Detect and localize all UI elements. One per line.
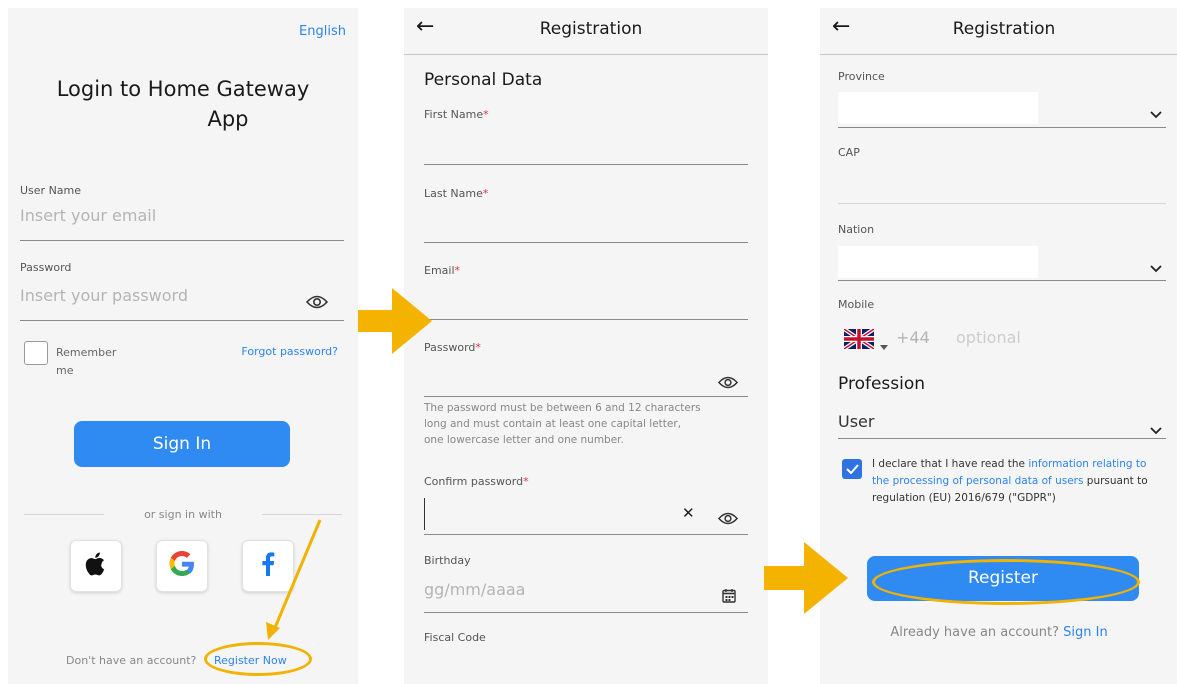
show-password-eye-icon[interactable] bbox=[305, 294, 329, 313]
birthday-placeholder: gg/mm/aaaa bbox=[424, 580, 526, 599]
username-placeholder: Insert your email bbox=[20, 206, 157, 225]
username-underline bbox=[20, 240, 344, 241]
mobile-prefix: +44 bbox=[896, 328, 930, 347]
chevron-down-icon[interactable] bbox=[1150, 420, 1162, 439]
gdpr-declaration: I declare that I have read the informati… bbox=[872, 456, 1162, 507]
cap-underline bbox=[838, 203, 1166, 204]
sign-in-link[interactable]: Sign In bbox=[1063, 625, 1108, 640]
profession-select[interactable]: User bbox=[838, 412, 874, 431]
required-mark: * bbox=[475, 341, 481, 354]
nation-select[interactable] bbox=[838, 246, 1038, 278]
personal-data-title: Personal Data bbox=[424, 70, 543, 90]
password-help-line3: one lowercase letter and one number. bbox=[424, 434, 624, 446]
clear-x-icon[interactable]: ✕ bbox=[682, 504, 695, 522]
nation-label: Nation bbox=[838, 223, 875, 236]
login-title-line1: Login to Home Gateway bbox=[56, 77, 310, 101]
password-underline bbox=[20, 320, 344, 321]
province-select[interactable] bbox=[838, 92, 1038, 124]
password-input[interactable]: Insert your password bbox=[20, 286, 300, 316]
email-label-text: Email bbox=[424, 264, 455, 277]
required-mark: * bbox=[482, 187, 489, 200]
sign-in-button[interactable]: Sign In bbox=[74, 421, 290, 467]
header-divider bbox=[404, 54, 768, 55]
confirm-password-label: Confirm password* bbox=[424, 475, 529, 488]
sign-in-prompt: Already have an account? Sign In bbox=[820, 625, 1177, 640]
birthday-underline bbox=[424, 612, 748, 613]
last-name-label-text: Last Name bbox=[424, 187, 483, 200]
password-label: Password* bbox=[424, 341, 481, 354]
registration-screen: ← Registration Personal Data First Name*… bbox=[404, 8, 768, 684]
email-input[interactable] bbox=[424, 285, 748, 317]
mobile-label: Mobile bbox=[838, 298, 875, 311]
have-account-text: Already have an account? bbox=[890, 625, 1059, 640]
remember-label: Remember bbox=[56, 346, 117, 359]
register-now-highlight-ring bbox=[204, 642, 312, 676]
password-help-line2: long and must contain at least one capit… bbox=[424, 418, 682, 430]
gdpr-checkbox[interactable] bbox=[842, 459, 862, 479]
fiscal-code-label: Fiscal Code bbox=[424, 631, 486, 644]
birthday-input[interactable]: gg/mm/aaaa bbox=[424, 580, 714, 610]
password-label: Password bbox=[20, 261, 72, 274]
flow-arrow-2-icon bbox=[764, 542, 848, 618]
first-name-input[interactable] bbox=[424, 130, 748, 162]
header-divider bbox=[820, 54, 1177, 55]
confirm-password-input[interactable] bbox=[424, 498, 665, 530]
required-mark: * bbox=[523, 475, 529, 488]
flow-arrow-1-icon bbox=[358, 288, 432, 358]
password-help-text: The password must be between 6 and 12 ch… bbox=[424, 400, 764, 448]
first-name-underline bbox=[424, 164, 748, 165]
birthday-label: Birthday bbox=[424, 554, 471, 567]
apple-icon bbox=[85, 551, 107, 581]
uk-flag-icon[interactable] bbox=[842, 327, 876, 353]
apple-sign-in-button[interactable] bbox=[70, 540, 122, 592]
profession-underline bbox=[838, 438, 1166, 439]
show-password-eye-icon[interactable] bbox=[717, 374, 739, 393]
gdpr-text-start: I declare that I have read the bbox=[872, 458, 1029, 470]
last-name-label: Last Name* bbox=[424, 187, 488, 200]
registration-header-title: Registration bbox=[539, 19, 643, 39]
registration-header-title: Registration bbox=[952, 19, 1056, 39]
username-input[interactable]: Insert your email bbox=[20, 206, 344, 238]
register-button-highlight-ring bbox=[872, 559, 1140, 605]
first-name-label-text: First Name bbox=[424, 108, 484, 121]
last-name-underline bbox=[424, 242, 748, 243]
pointer-line-icon bbox=[260, 518, 324, 646]
last-name-input[interactable] bbox=[424, 208, 748, 240]
login-title-line2: App bbox=[207, 107, 249, 131]
first-name-label: First Name* bbox=[424, 108, 489, 121]
email-label: Email* bbox=[424, 264, 460, 277]
chevron-down-icon[interactable] bbox=[1150, 104, 1162, 123]
confirm-password-label-text: Confirm password bbox=[424, 475, 524, 488]
google-sign-in-button[interactable] bbox=[156, 540, 208, 592]
show-confirm-password-eye-icon[interactable] bbox=[717, 510, 739, 529]
profession-title: Profession bbox=[838, 374, 926, 394]
province-underline bbox=[838, 127, 1166, 128]
province-label: Province bbox=[838, 70, 885, 83]
mobile-input[interactable]: optional bbox=[956, 328, 1021, 347]
divider-right bbox=[262, 514, 342, 515]
cap-label: CAP bbox=[838, 146, 860, 159]
cap-input[interactable] bbox=[838, 168, 1166, 200]
chevron-down-icon[interactable] bbox=[1150, 258, 1162, 277]
confirm-password-underline bbox=[424, 534, 748, 535]
google-icon bbox=[168, 550, 196, 582]
password-help-line1: The password must be between 6 and 12 ch… bbox=[424, 402, 701, 414]
password-placeholder: Insert your password bbox=[20, 286, 188, 305]
checkmark-icon bbox=[845, 464, 859, 474]
calendar-icon[interactable] bbox=[722, 588, 736, 607]
required-mark: * bbox=[483, 108, 489, 121]
nation-underline bbox=[838, 280, 1166, 281]
remember-me-checkbox[interactable] bbox=[24, 341, 48, 365]
username-label: User Name bbox=[20, 184, 82, 197]
no-account-text: Don't have an account? bbox=[66, 654, 197, 667]
password-underline bbox=[424, 396, 748, 397]
language-selector[interactable]: English bbox=[299, 24, 346, 39]
remember-label-me: me bbox=[56, 364, 74, 377]
caret-down-icon[interactable] bbox=[880, 335, 888, 354]
email-underline bbox=[424, 319, 748, 320]
required-mark: * bbox=[454, 264, 461, 277]
forgot-password-link[interactable]: Forgot password? bbox=[241, 345, 338, 358]
password-input[interactable] bbox=[424, 362, 714, 394]
